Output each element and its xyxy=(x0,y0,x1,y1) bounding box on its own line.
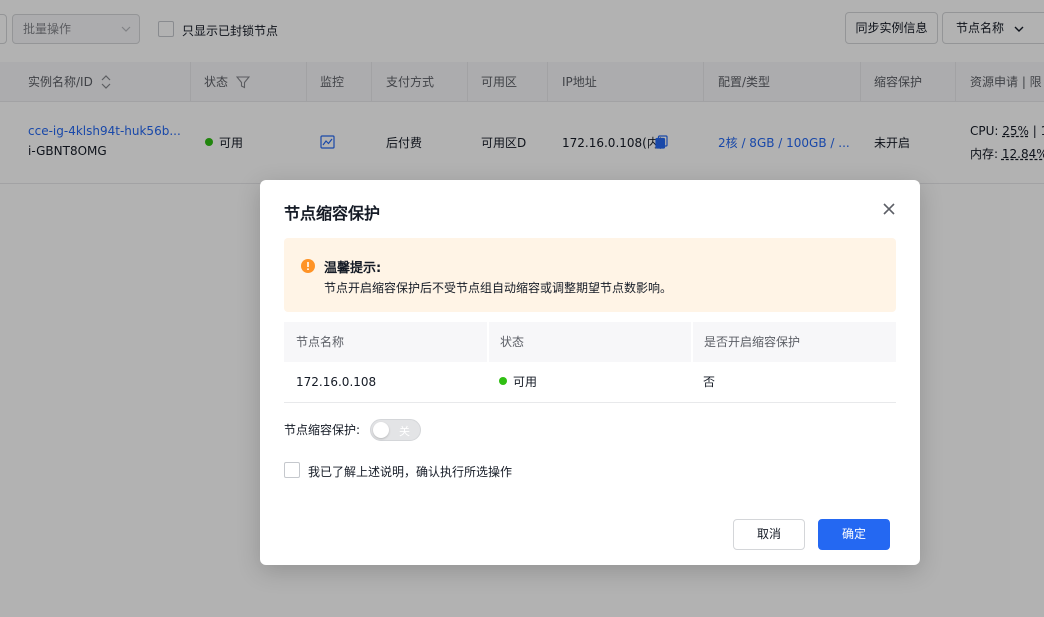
warning-alert: 温馨提示: 节点开启缩容保护后不受节点组自动缩容或调整期望节点数影响。 xyxy=(284,238,896,312)
alert-title: 温馨提示: xyxy=(324,261,382,276)
scale-protection-dialog: 节点缩容保护 温馨提示: 节点开启缩容保护后不受节点组自动缩容或调整期望节点数影… xyxy=(260,180,920,565)
dialog-th-status: 状态 xyxy=(500,335,525,349)
dialog-node-table: 节点名称 状态 是否开启缩容保护 172.16.0.108 可用 否 xyxy=(284,322,896,403)
cancel-button[interactable]: 取消 xyxy=(733,519,805,550)
status-dot xyxy=(499,377,507,385)
dialog-protected-value: 否 xyxy=(703,375,716,389)
switch-state-text: 关 xyxy=(399,425,410,438)
switch-knob xyxy=(373,422,389,438)
dialog-table-header: 节点名称 状态 是否开启缩容保护 xyxy=(284,322,896,362)
confirm-button[interactable]: 确定 xyxy=(818,519,890,550)
scale-protect-switch[interactable]: 关 xyxy=(370,419,421,441)
dialog-node-name: 172.16.0.108 xyxy=(296,375,377,389)
warning-icon xyxy=(301,259,315,273)
table-row: 172.16.0.108 可用 否 xyxy=(284,362,896,403)
confirm-checkbox[interactable] xyxy=(284,462,300,478)
alert-text: 节点开启缩容保护后不受节点组自动缩容或调整期望节点数影响。 xyxy=(324,281,673,295)
dialog-title: 节点缩容保护 xyxy=(284,204,381,223)
dialog-status-cell: 可用 xyxy=(499,362,537,402)
close-icon[interactable] xyxy=(882,202,896,216)
dialog-status-text: 可用 xyxy=(513,375,538,389)
confirm-label: 我已了解上述说明，确认执行所选操作 xyxy=(308,465,513,479)
dialog-th-protected: 是否开启缩容保护 xyxy=(704,335,801,349)
scale-protect-switch-label: 节点缩容保护: xyxy=(284,423,361,437)
dialog-th-node-name: 节点名称 xyxy=(296,335,345,349)
